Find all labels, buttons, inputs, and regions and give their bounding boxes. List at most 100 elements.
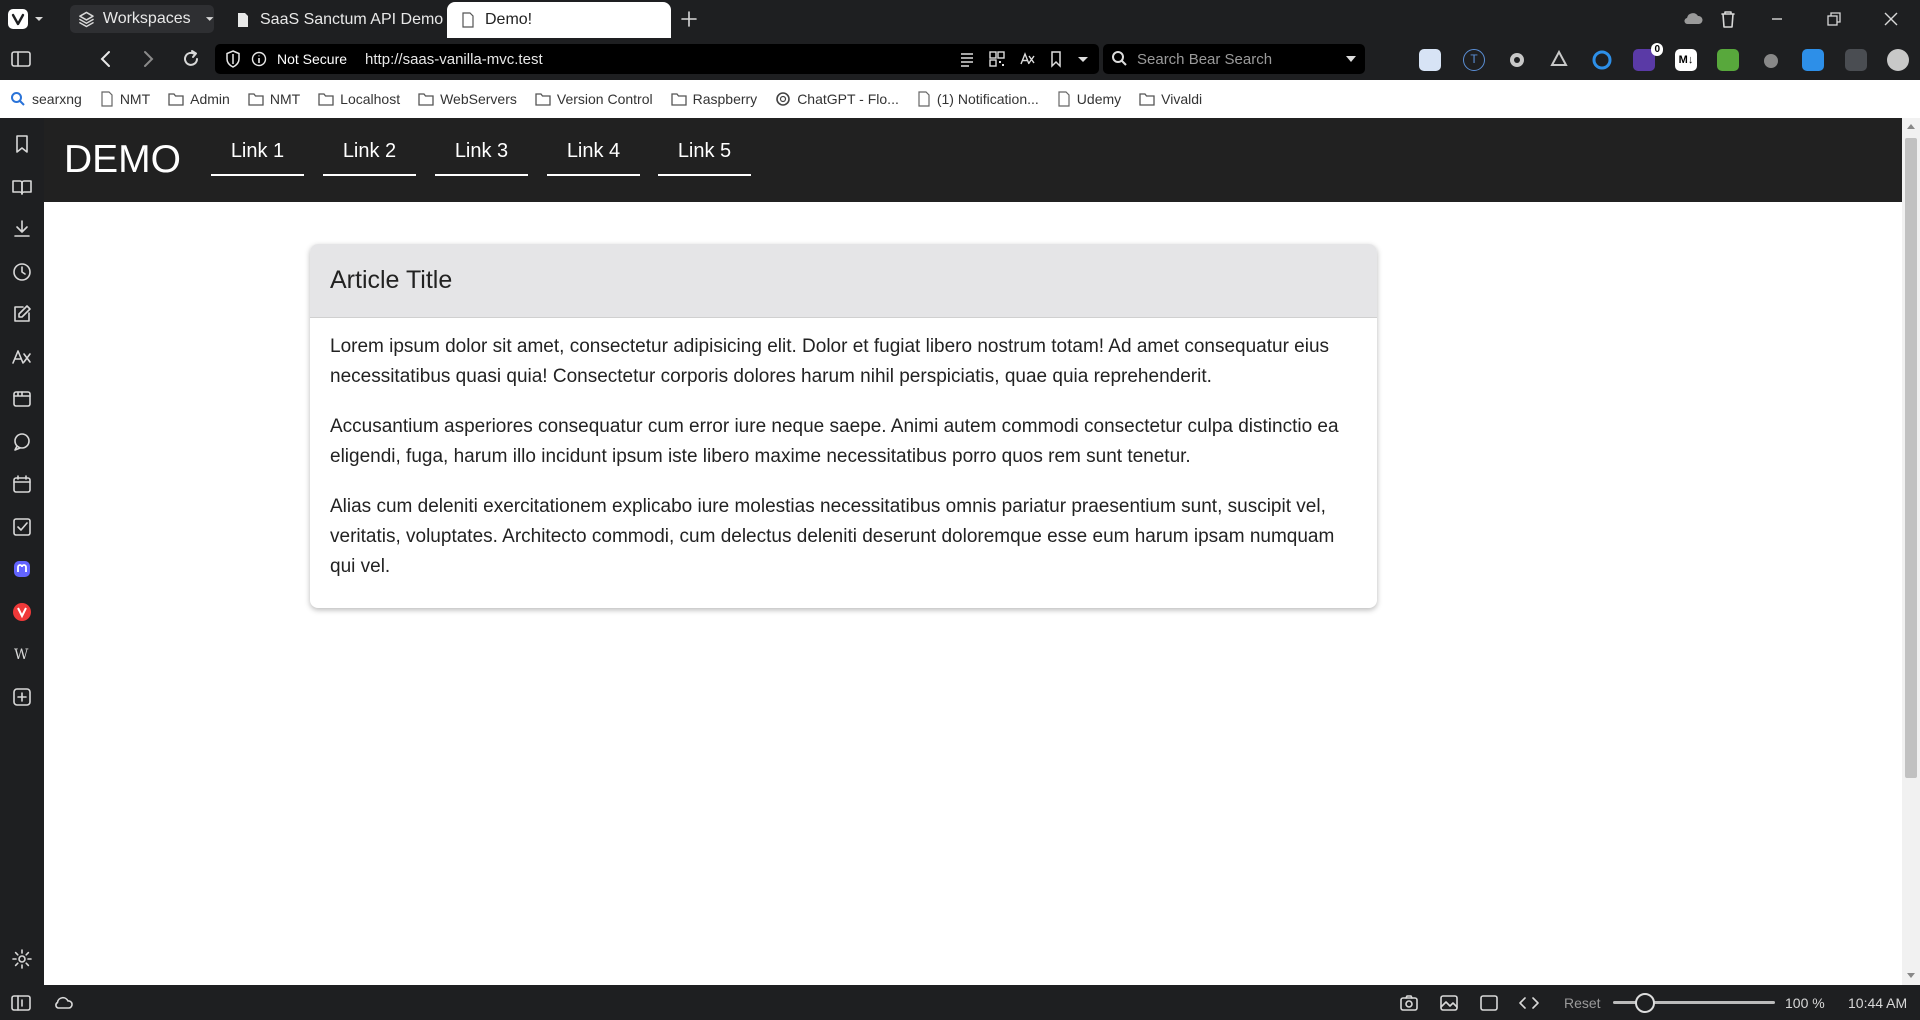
extension-green-icon[interactable]	[1717, 49, 1739, 71]
bookmark-item[interactable]: Vivaldi	[1139, 91, 1202, 107]
reading-list-icon[interactable]	[11, 176, 33, 198]
search-icon	[1112, 51, 1127, 66]
window-panel-icon[interactable]	[11, 388, 33, 410]
bookmark-label: Localhost	[340, 91, 401, 107]
notes-icon[interactable]	[11, 303, 33, 325]
code-icon[interactable]	[1518, 993, 1540, 1013]
bookmark-item[interactable]: ChatGPT - Flo...	[775, 91, 899, 107]
history-icon[interactable]	[11, 261, 33, 283]
bookmark-item[interactable]: NMT	[100, 91, 150, 107]
url-field[interactable]: Not Secure http://saas-vanilla-mvc.test	[215, 44, 1099, 74]
extension-gear-icon[interactable]	[1506, 49, 1528, 71]
info-icon[interactable]	[251, 51, 267, 67]
reader-view-icon[interactable]	[959, 50, 975, 68]
zoom-slider-handle[interactable]	[1635, 993, 1655, 1013]
vivaldi-menu-button[interactable]	[8, 7, 48, 31]
bookmark-item[interactable]: NMT	[248, 91, 300, 107]
nav-link-3[interactable]: Link 3	[435, 140, 528, 176]
site-navbar: DEMO Link 1 Link 2 Link 3 Link 4 Link 5	[44, 118, 1902, 202]
translate-icon[interactable]	[1019, 50, 1035, 68]
bookmark-label: Vivaldi	[1161, 91, 1203, 107]
bookmark-item[interactable]: Raspberry	[670, 91, 757, 107]
mastodon-icon[interactable]	[11, 558, 33, 580]
downloads-icon[interactable]	[11, 218, 33, 240]
tab-saas-sanctum[interactable]: SaaS Sanctum API Demo	[222, 2, 446, 38]
chevron-down-icon[interactable]	[1077, 50, 1089, 68]
site-brand[interactable]: DEMO	[64, 138, 181, 182]
bookmark-icon[interactable]	[1049, 50, 1063, 68]
search-icon	[10, 91, 26, 107]
bookmark-item[interactable]: WebServers	[418, 91, 517, 107]
bookmark-item[interactable]: Udemy	[1057, 91, 1121, 107]
calendar-icon[interactable]	[11, 473, 33, 495]
trash-icon[interactable]	[1717, 8, 1739, 30]
scrollbar-thumb[interactable]	[1905, 138, 1917, 778]
page-scrollbar[interactable]	[1902, 118, 1920, 985]
reload-icon[interactable]	[180, 48, 202, 70]
folder-icon	[1139, 92, 1155, 106]
extension-badge-icon[interactable]: 0	[1633, 43, 1663, 71]
bookmark-item[interactable]: (1) Notification...	[917, 91, 1039, 107]
address-bar: Not Secure http://saas-vanilla-mvc.test …	[0, 38, 1920, 80]
extension-markdown-icon[interactable]: M↓	[1675, 49, 1697, 71]
nav-link-5[interactable]: Link 5	[658, 140, 751, 176]
add-panel-icon[interactable]	[11, 686, 33, 708]
zoom-reset-button[interactable]: Reset	[1564, 995, 1601, 1011]
profile-avatar-icon[interactable]	[1887, 49, 1909, 71]
nav-link-1[interactable]: Link 1	[211, 140, 304, 176]
wikipedia-icon[interactable]: W	[11, 643, 33, 665]
security-status[interactable]: Not Secure	[277, 51, 347, 67]
bookmarks-bar: searxng NMT Admin NMT Localhost WebServers Ver…	[0, 80, 1920, 118]
cloud-icon[interactable]	[52, 993, 74, 1013]
bookmark-item[interactable]: searxng	[10, 91, 82, 107]
new-tab-icon[interactable]	[678, 8, 700, 30]
bookmark-item[interactable]: Localhost	[318, 91, 400, 107]
url-text[interactable]: http://saas-vanilla-mvc.test	[365, 51, 543, 68]
page-tiling-icon[interactable]	[1478, 993, 1500, 1013]
extension-menu-icon[interactable]	[1845, 49, 1867, 71]
bookmarks-panel-icon[interactable]	[11, 133, 33, 155]
scroll-down-icon[interactable]	[1906, 972, 1916, 980]
workspaces-button[interactable]: Workspaces	[70, 5, 214, 33]
extension-sync-icon[interactable]	[1591, 49, 1613, 71]
tab-demo[interactable]: Demo!	[447, 2, 671, 38]
minimize-icon[interactable]	[1766, 8, 1788, 30]
vivaldi-social-icon[interactable]	[11, 601, 33, 623]
extension-blue-d-icon[interactable]	[1802, 49, 1824, 71]
scroll-up-icon[interactable]	[1906, 122, 1916, 130]
tasks-icon[interactable]	[11, 516, 33, 538]
extension-recycle-icon[interactable]	[1548, 49, 1570, 71]
search-field[interactable]: Search Bear Search	[1103, 44, 1365, 74]
chevron-down-icon[interactable]	[1345, 54, 1357, 64]
chat-icon[interactable]	[11, 431, 33, 453]
folder-icon	[535, 92, 551, 106]
extension-upload-icon[interactable]	[1419, 49, 1441, 71]
extension-badge-count: 0	[1651, 43, 1663, 56]
cloud-sync-icon[interactable]	[1682, 8, 1704, 30]
forward-icon[interactable]	[137, 48, 159, 70]
capture-icon[interactable]	[1398, 993, 1420, 1013]
nav-link-2[interactable]: Link 2	[323, 140, 416, 176]
close-icon[interactable]	[1880, 8, 1902, 30]
panel-toggle-icon[interactable]	[10, 48, 32, 70]
back-icon[interactable]	[95, 48, 117, 70]
shield-icon[interactable]	[225, 50, 241, 68]
settings-icon[interactable]	[11, 948, 33, 970]
extension-drop-icon[interactable]	[1760, 49, 1782, 71]
qr-code-icon[interactable]	[989, 50, 1005, 68]
page-icon	[1057, 91, 1071, 107]
bookmark-item[interactable]: Admin	[168, 91, 230, 107]
extension-t-icon[interactable]: T	[1463, 49, 1485, 71]
nav-link-4[interactable]: Link 4	[547, 140, 640, 176]
panel-toggle-icon[interactable]	[10, 993, 32, 1013]
translate-panel-icon[interactable]	[11, 346, 33, 368]
zoom-level: 100 %	[1785, 995, 1825, 1011]
tab-title: SaaS Sanctum API Demo	[260, 11, 444, 28]
clock: 10:44 AM	[1848, 995, 1908, 1011]
restore-icon[interactable]	[1823, 8, 1845, 30]
status-bar: Reset 100 % 10:44 AM	[0, 985, 1920, 1020]
page-icon	[462, 12, 474, 28]
chatgpt-icon	[775, 91, 791, 107]
image-toggle-icon[interactable]	[1438, 993, 1460, 1013]
bookmark-item[interactable]: Version Control	[535, 91, 653, 107]
